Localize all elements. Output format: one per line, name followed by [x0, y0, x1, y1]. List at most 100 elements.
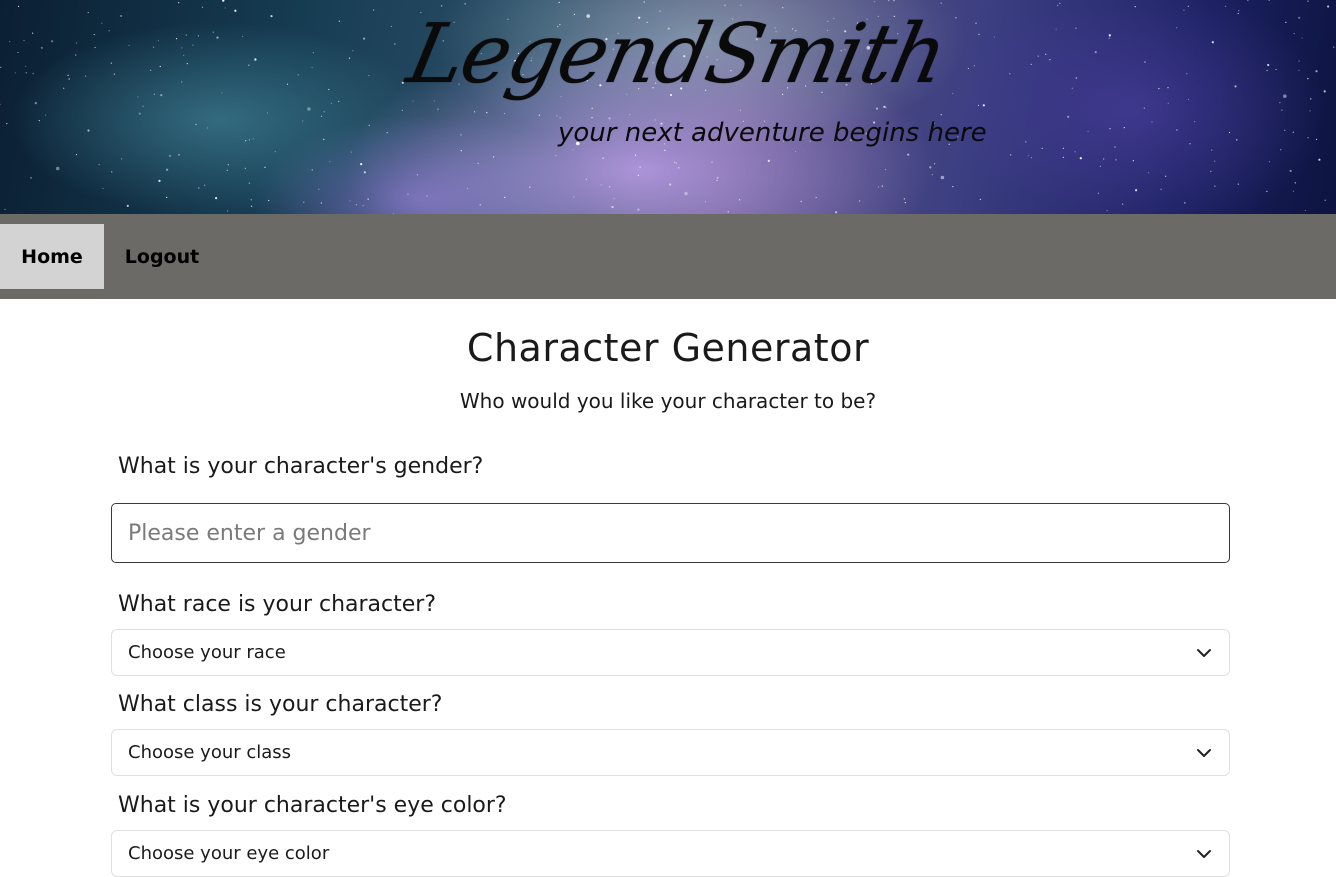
star: [128, 44, 130, 47]
star: [227, 164, 229, 166]
star: [611, 205, 614, 209]
nav-item-home[interactable]: Home: [0, 224, 104, 289]
star: [266, 112, 268, 114]
star: [1234, 85, 1237, 88]
star: [1030, 63, 1032, 65]
star: [31, 32, 34, 34]
gender-input[interactable]: [111, 503, 1230, 563]
star: [940, 114, 942, 116]
star: [248, 64, 250, 66]
star: [1280, 149, 1282, 151]
eye-color-select[interactable]: Choose your eye color: [111, 830, 1230, 877]
class-select-value: Choose your class: [128, 742, 292, 763]
star: [360, 163, 363, 166]
star: [1187, 98, 1190, 101]
star: [684, 191, 688, 196]
star: [251, 205, 253, 207]
star: [126, 204, 129, 207]
star: [363, 171, 366, 174]
star: [25, 72, 27, 74]
star: [63, 87, 65, 89]
star: [1158, 88, 1160, 90]
star: [68, 78, 70, 80]
star: [637, 208, 640, 211]
star: [1037, 55, 1039, 57]
star: [978, 33, 980, 35]
star: [888, 0, 890, 2]
star: [1228, 131, 1231, 134]
star: [1115, 159, 1117, 161]
chevron-down-icon: [1197, 748, 1211, 757]
header-banner: LegendSmith your next adventure begins h…: [0, 0, 1336, 214]
star: [138, 112, 141, 115]
star: [286, 83, 289, 85]
star: [1267, 63, 1270, 67]
star: [157, 40, 159, 42]
eye-color-question-label: What is your character's eye color?: [118, 793, 507, 818]
logo-text: LegendSmith: [400, 7, 954, 102]
star: [1309, 110, 1311, 112]
star: [330, 102, 332, 104]
star: [1049, 59, 1051, 61]
star: [1214, 160, 1216, 162]
star: [75, 154, 78, 156]
star: [1109, 128, 1111, 130]
star: [504, 196, 506, 198]
star: [312, 52, 314, 54]
star: [244, 167, 246, 169]
star: [181, 47, 183, 49]
star: [55, 166, 60, 171]
class-select[interactable]: Choose your class: [111, 729, 1230, 776]
star: [1292, 190, 1294, 192]
star: [740, 4, 742, 6]
star: [250, 199, 252, 201]
star: [1307, 0, 1309, 2]
star: [1041, 147, 1043, 149]
star: [185, 34, 187, 36]
star: [101, 22, 103, 24]
star: [426, 195, 428, 197]
star: [221, 92, 223, 94]
star: [25, 65, 27, 67]
star: [678, 167, 680, 169]
star: [716, 179, 718, 182]
star: [4, 208, 6, 210]
star: [264, 166, 266, 168]
site-logo[interactable]: LegendSmith your next adventure begins h…: [400, 7, 987, 164]
star: [643, 1, 645, 3]
star: [977, 104, 980, 106]
star: [724, 4, 726, 6]
star: [320, 202, 322, 204]
star: [1165, 175, 1167, 177]
star: [1067, 115, 1070, 118]
star: [464, 3, 466, 5]
star: [212, 31, 214, 33]
star: [234, 9, 237, 12]
star: [368, 124, 370, 126]
star: [1176, 27, 1178, 29]
star: [34, 102, 37, 105]
star: [1122, 203, 1124, 205]
star: [1134, 6, 1136, 8]
star: [94, 46, 96, 49]
nav-bar: Home Logout: [0, 214, 1336, 299]
nav-item-logout[interactable]: Logout: [108, 224, 216, 289]
star: [181, 81, 183, 83]
star: [1059, 2, 1061, 4]
star: [270, 15, 273, 18]
star: [639, 166, 641, 168]
star: [739, 199, 741, 201]
star: [1266, 190, 1268, 192]
star: [352, 50, 354, 52]
star: [38, 120, 40, 122]
star: [416, 174, 418, 176]
logo-tagline: your next adventure begins here: [558, 118, 987, 148]
star: [1298, 60, 1300, 62]
star: [113, 73, 115, 75]
star: [178, 154, 180, 156]
race-select[interactable]: Choose your race: [111, 629, 1230, 676]
star: [87, 129, 90, 132]
star: [1025, 141, 1027, 143]
star: [1307, 78, 1309, 80]
star: [1103, 158, 1105, 160]
